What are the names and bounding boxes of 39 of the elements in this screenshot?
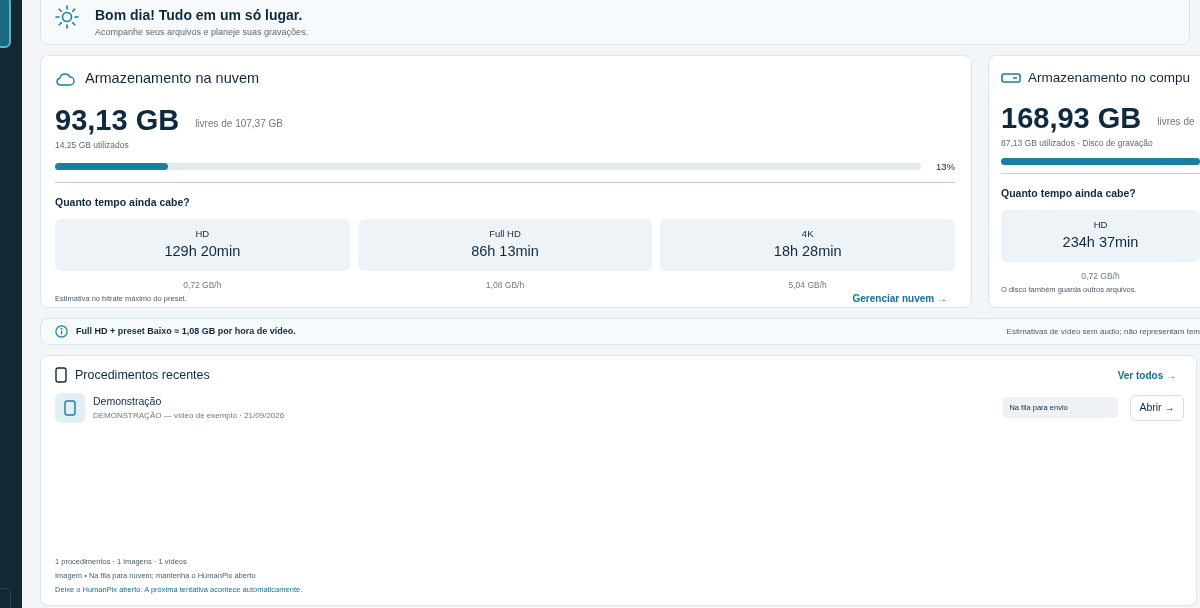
manage-link[interactable]: Gerenciar nuvem → [852,291,947,307]
time-remaining: 129h 20min [164,241,241,261]
total-space: livres de 107,37 GB [195,116,283,131]
used-space: 14,25 GB utilizados [55,138,130,152]
free-space: 168,93 GB [1001,104,1142,134]
storage-title: Armazenamento na nuvem [85,69,260,88]
free-space: 93,13 GB [55,105,180,135]
bitrate-text: 5,04 GB/h [787,278,828,292]
sun-icon [55,5,79,29]
procedure-meta: DEMONSTRAÇÃO — vídeo de exemplo · 21/09/2026 [93,409,285,422]
resolution-label: Full HD [489,226,521,241]
bitrate-text: 1,08 GB/h [484,278,526,292]
resolution-label: HD [195,226,210,241]
greeting-subtitle: Acompanhe seus arquivos e planeje suas gravações. [95,26,309,39]
info-text: Full HD + preset Baixo ≈ 1,08 GB por hora de vídeo. [76,324,296,338]
used-space: 87,13 GB utilizados · Disco de gravação [1001,137,1154,150]
tablet-icon [64,399,76,416]
time-remaining: 18h 28min [773,241,842,261]
bitrate-text: 0,72 GB/h [182,278,223,292]
procedure-name: Demonstração [93,393,163,409]
estimate-heading: Quanto tempo ainda cabe? [1001,186,1137,201]
time-remaining: 86h 13min [471,241,539,261]
greeting-title: Bom dia! Tudo em um só lugar. [95,6,304,25]
section-title: Procedimentos recentes [75,367,210,384]
bitrate-text: 0,72 GB/h [1080,269,1121,283]
info-note: Estimativas de vídeo sem áudio; não representam tem [1006,325,1200,338]
drive-icon [1001,73,1021,84]
cloud-icon [55,71,75,86]
open-button[interactable]: Abrir → [1130,394,1184,421]
info-icon [55,325,68,338]
tablet-icon [55,367,67,384]
resolution-label: 4K [801,226,814,241]
see-all-link[interactable]: Ver todos → [1117,367,1176,383]
resolution-label: HD [1093,217,1108,232]
time-remaining: 234h 37min [1062,233,1139,252]
estimate-heading: Quanto tempo ainda cabe? [55,194,191,210]
storage-title: Armazenamento no compu [1028,69,1191,87]
total-space: livres de [1157,115,1195,130]
usage-percent: 13% [935,159,955,174]
